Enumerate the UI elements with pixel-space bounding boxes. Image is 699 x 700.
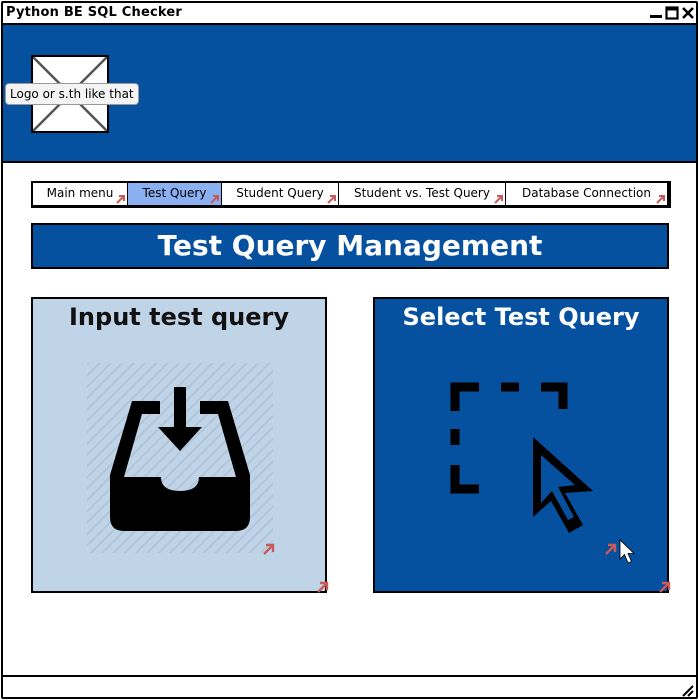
app-window: Python BE SQL Checker Logo or s.th like … (1, 1, 698, 699)
minimize-icon[interactable] (649, 6, 663, 20)
app-header: Logo or s.th like that (3, 25, 696, 163)
link-arrow-icon (327, 195, 336, 204)
tab-label: Test Query (142, 186, 207, 200)
tab-database-connection[interactable]: Database Connection (506, 183, 667, 205)
tab-label: Student Query (236, 186, 324, 200)
mouse-pointer-icon (619, 539, 635, 564)
card-title: Select Test Query (402, 303, 640, 331)
link-arrow-icon (656, 195, 665, 204)
resize-grip-icon[interactable] (680, 683, 694, 697)
page-title: Test Query Management (31, 223, 669, 269)
tab-label: Main menu (46, 186, 114, 200)
maximize-icon[interactable] (665, 6, 679, 20)
tab-student-vs-test-query[interactable]: Student vs. Test Query (339, 183, 506, 205)
window-title: Python BE SQL Checker (6, 5, 183, 20)
nav-tabs: Main menu Test Query Student Query Stude… (31, 181, 671, 208)
link-arrow-icon (210, 195, 219, 204)
link-arrow-icon (605, 543, 617, 555)
tab-main-menu[interactable]: Main menu (33, 183, 128, 205)
tab-label: Student vs. Test Query (354, 186, 490, 200)
select-test-query-card[interactable]: Select Test Query (373, 297, 671, 593)
status-bar (3, 675, 696, 697)
link-arrow-icon (317, 581, 329, 593)
input-test-query-card[interactable]: Input test query (31, 297, 329, 593)
title-bar: Python BE SQL Checker (3, 3, 696, 25)
tab-test-query[interactable]: Test Query (128, 183, 222, 205)
link-arrow-icon (263, 543, 275, 555)
inbox-download-icon (110, 387, 250, 531)
link-arrow-icon (116, 195, 125, 204)
close-icon[interactable] (681, 6, 695, 20)
logo-label: Logo or s.th like that (5, 83, 139, 105)
card-title: Input test query (69, 303, 289, 331)
link-arrow-icon (659, 581, 671, 593)
tab-label: Database Connection (522, 186, 651, 200)
select-cursor-icon (450, 382, 593, 533)
tab-student-query[interactable]: Student Query (222, 183, 339, 205)
link-arrow-icon (494, 195, 503, 204)
